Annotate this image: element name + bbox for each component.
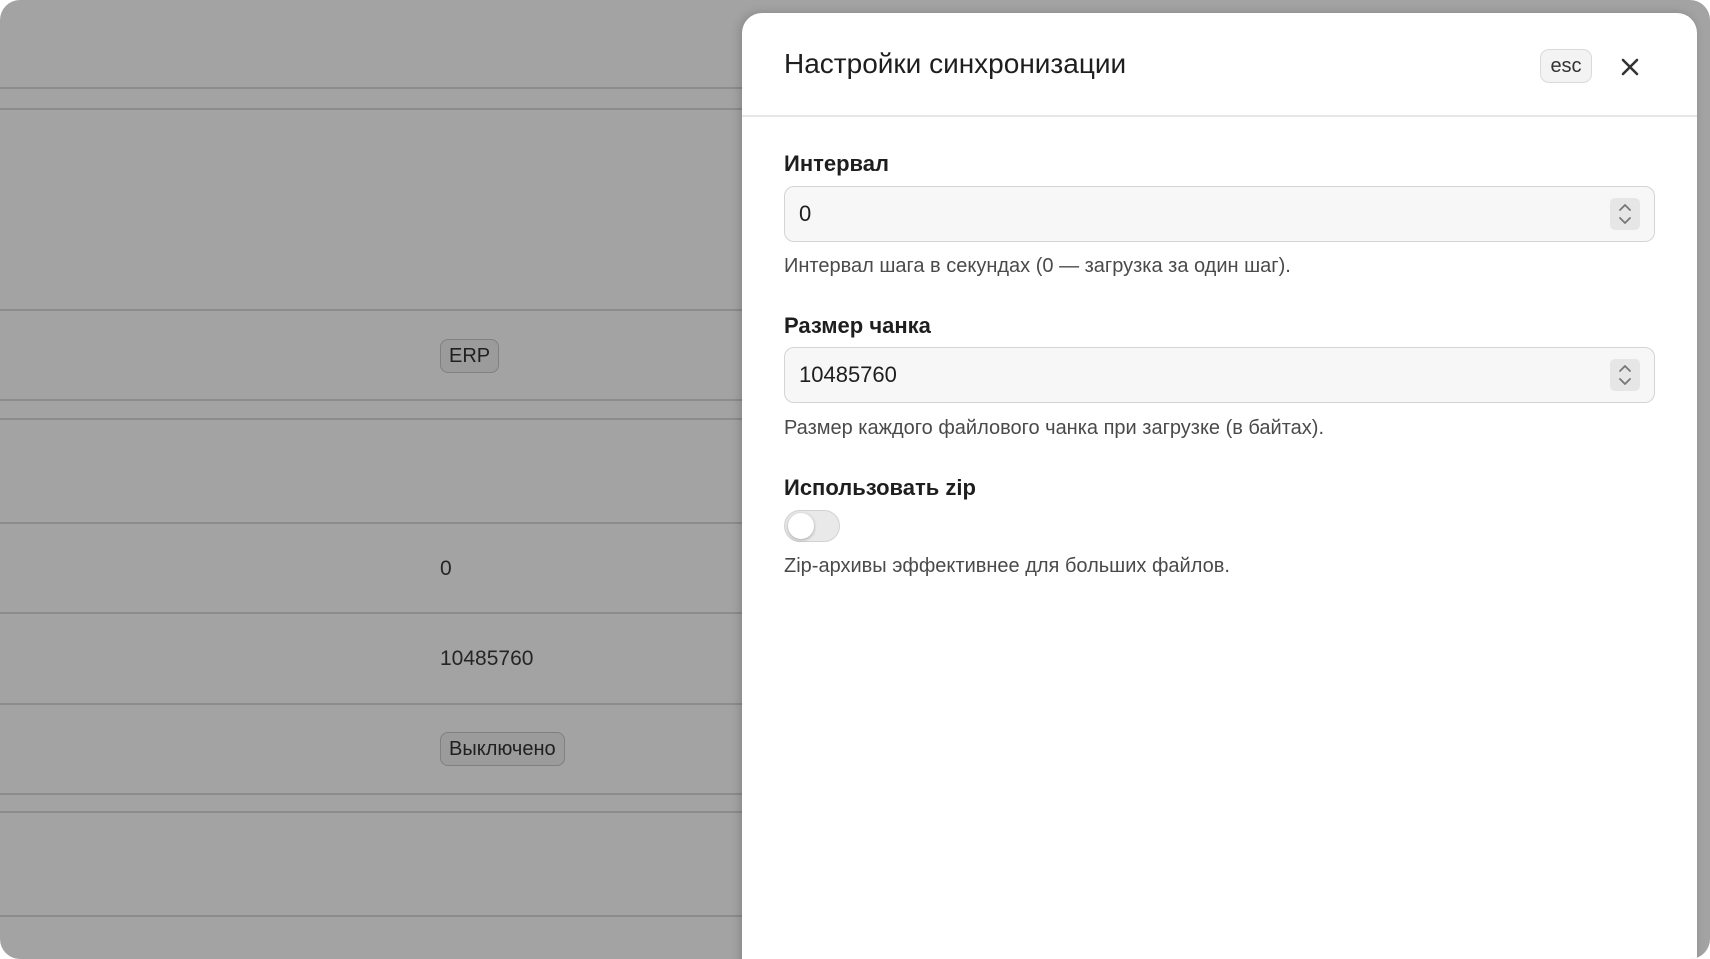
toggle-knob — [788, 513, 814, 539]
drawer-header: Настройки синхронизации esc — [742, 13, 1697, 117]
interval-stepper[interactable] — [1610, 198, 1640, 230]
chunk-size-input[interactable] — [785, 348, 1585, 402]
close-icon — [1621, 58, 1639, 76]
sync-settings-drawer: Настройки синхронизации esc Интервал Инт… — [742, 13, 1697, 959]
interval-input[interactable] — [785, 187, 1585, 241]
chunk-size-help: Размер каждого файлового чанка при загру… — [784, 417, 1324, 439]
stepper-arrows-icon — [1619, 365, 1631, 385]
interval-label: Интервал — [784, 151, 889, 176]
chunk-size-label: Размер чанка — [784, 313, 931, 338]
use-zip-toggle[interactable] — [784, 510, 840, 542]
chunk-size-stepper[interactable] — [1610, 359, 1640, 391]
close-button[interactable] — [1614, 51, 1646, 83]
use-zip-label: Использовать zip — [784, 475, 976, 500]
chunk-size-field — [784, 347, 1655, 403]
use-zip-help: Zip-архивы эффективнее для больших файло… — [784, 555, 1230, 577]
interval-field — [784, 186, 1655, 242]
drawer-title: Настройки синхронизации — [784, 48, 1127, 79]
app-window: ERP 0 10485760 Выключено Настройки синхр… — [0, 0, 1710, 959]
stepper-arrows-icon — [1619, 204, 1631, 224]
interval-help: Интервал шага в секундах (0 — загрузка з… — [784, 255, 1291, 277]
esc-key-hint: esc — [1540, 49, 1592, 83]
